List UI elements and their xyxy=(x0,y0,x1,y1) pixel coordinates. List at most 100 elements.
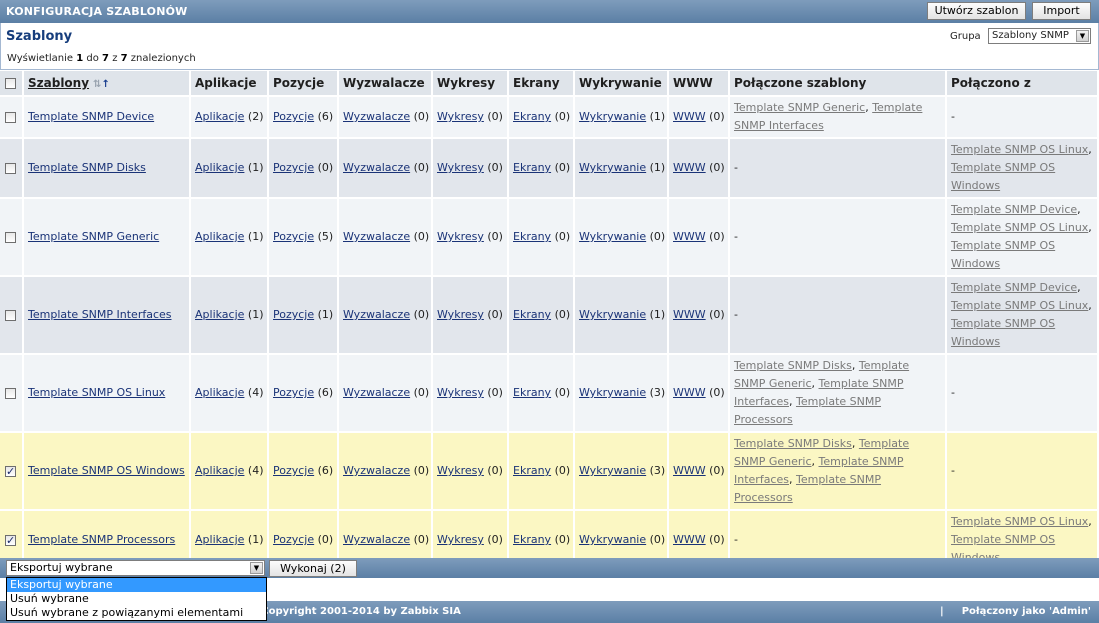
triggers-link[interactable]: Wyzwalacze xyxy=(343,110,410,123)
items-count: (6) xyxy=(317,464,334,477)
items-link[interactable]: Pozycje xyxy=(273,308,314,321)
graphs-link[interactable]: Wykresy xyxy=(437,230,484,243)
items-link[interactable]: Pozycje xyxy=(273,386,314,399)
template-name-link[interactable]: Template SNMP Generic xyxy=(28,230,159,243)
items-link[interactable]: Pozycje xyxy=(273,161,314,174)
discovery-link[interactable]: Wykrywanie xyxy=(579,386,646,399)
graphs-link[interactable]: Wykresy xyxy=(437,533,484,546)
discovery-link[interactable]: Wykrywanie xyxy=(579,464,646,477)
footer-separator: | xyxy=(940,606,944,617)
web-link[interactable]: WWW xyxy=(673,464,706,477)
linked-to-link[interactable]: Template SNMP OS Windows xyxy=(951,161,1055,192)
column-screens: Ekrany xyxy=(509,71,575,97)
table-row: Template SNMP Device Aplikacje (2) Pozycje… xyxy=(0,97,1099,139)
discovery-count: (3) xyxy=(649,386,666,399)
graphs-count: (0) xyxy=(487,533,503,546)
items-link[interactable]: Pozycje xyxy=(273,464,314,477)
linked-template-link[interactable]: Template SNMP Disks xyxy=(734,437,852,450)
row-checkbox[interactable] xyxy=(5,387,16,399)
column-web: WWW xyxy=(669,71,730,97)
discovery-count: (0) xyxy=(649,533,666,546)
column-items: Pozycje xyxy=(269,71,339,97)
items-link[interactable]: Pozycje xyxy=(273,110,314,123)
template-name-link[interactable]: Template SNMP Device xyxy=(28,110,154,123)
linked-to-link[interactable]: Template SNMP OS Linux xyxy=(951,221,1088,234)
linked-to-link[interactable]: Template SNMP OS Linux xyxy=(951,143,1088,156)
screens-count: (0) xyxy=(554,161,571,174)
web-link[interactable]: WWW xyxy=(673,230,706,243)
execute-button[interactable]: Wykonaj (2) xyxy=(269,560,357,577)
screens-link[interactable]: Ekrany xyxy=(513,230,551,243)
applications-link[interactable]: Aplikacje xyxy=(195,464,244,477)
discovery-link[interactable]: Wykrywanie xyxy=(579,110,646,123)
triggers-link[interactable]: Wyzwalacze xyxy=(343,533,410,546)
screens-link[interactable]: Ekrany xyxy=(513,464,551,477)
screens-link[interactable]: Ekrany xyxy=(513,110,551,123)
create-template-button[interactable]: Utwórz szablon xyxy=(927,2,1026,20)
applications-link[interactable]: Aplikacje xyxy=(195,533,244,546)
import-button[interactable]: Import xyxy=(1032,2,1091,20)
applications-link[interactable]: Aplikacje xyxy=(195,308,244,321)
discovery-link[interactable]: Wykrywanie xyxy=(579,161,646,174)
triggers-link[interactable]: Wyzwalacze xyxy=(343,308,410,321)
triggers-link[interactable]: Wyzwalacze xyxy=(343,464,410,477)
linked-to-link[interactable]: Template SNMP OS Windows xyxy=(951,317,1055,348)
discovery-link[interactable]: Wykrywanie xyxy=(579,533,646,546)
template-name-link[interactable]: Template SNMP OS Linux xyxy=(28,386,165,399)
row-checkbox[interactable] xyxy=(5,532,16,550)
template-name-link[interactable]: Template SNMP Processors xyxy=(28,533,175,546)
applications-link[interactable]: Aplikacje xyxy=(195,110,244,123)
group-select[interactable]: Szablony SNMP ▼ xyxy=(988,28,1091,44)
applications-link[interactable]: Aplikacje xyxy=(195,230,244,243)
logged-in-user: Połączony jako 'Admin' xyxy=(961,606,1091,617)
graphs-link[interactable]: Wykresy xyxy=(437,464,484,477)
linked-to-link[interactable]: Template SNMP Device xyxy=(951,281,1077,294)
applications-link[interactable]: Aplikacje xyxy=(195,386,244,399)
template-name-link[interactable]: Template SNMP OS Windows xyxy=(28,464,185,477)
select-all-checkbox[interactable] xyxy=(5,78,16,89)
row-checkbox[interactable] xyxy=(5,162,16,174)
option-delete-selected-with-linked[interactable]: Usuń wybrane z powiązanymi elementami xyxy=(7,606,266,620)
option-delete-selected[interactable]: Usuń wybrane xyxy=(7,592,266,606)
linked-to-link[interactable]: Template SNMP OS Linux xyxy=(951,299,1088,312)
linked-template-link[interactable]: Template SNMP Disks xyxy=(734,359,852,372)
graphs-link[interactable]: Wykresy xyxy=(437,110,484,123)
template-name-link[interactable]: Template SNMP Interfaces xyxy=(28,308,172,321)
action-select[interactable]: Eksportuj wybrane ▼ xyxy=(6,560,265,576)
template-name-link[interactable]: Template SNMP Disks xyxy=(28,161,146,174)
web-count: (0) xyxy=(709,161,725,174)
screens-link[interactable]: Ekrany xyxy=(513,386,551,399)
result-count: Wyświetlanie 1 do 7 z 7 znalezionych xyxy=(7,53,196,64)
screens-link[interactable]: Ekrany xyxy=(513,308,551,321)
graphs-link[interactable]: Wykresy xyxy=(437,386,484,399)
linked-to-link[interactable]: Template SNMP OS Linux xyxy=(951,515,1088,528)
graphs-link[interactable]: Wykresy xyxy=(437,161,484,174)
web-count: (0) xyxy=(709,110,725,123)
web-link[interactable]: WWW xyxy=(673,533,706,546)
applications-link[interactable]: Aplikacje xyxy=(195,161,244,174)
linked-to-link[interactable]: Template SNMP OS Windows xyxy=(951,239,1055,270)
linked-template-link[interactable]: Template SNMP Generic xyxy=(734,101,865,114)
linked-to-link[interactable]: Template SNMP Device xyxy=(951,203,1077,216)
range-to: 7 xyxy=(102,53,110,64)
discovery-link[interactable]: Wykrywanie xyxy=(579,308,646,321)
row-checkbox[interactable] xyxy=(5,111,16,123)
option-export-selected[interactable]: Eksportuj wybrane xyxy=(7,578,266,592)
items-link[interactable]: Pozycje xyxy=(273,533,314,546)
screens-link[interactable]: Ekrany xyxy=(513,161,551,174)
row-checkbox[interactable] xyxy=(5,463,16,481)
discovery-link[interactable]: Wykrywanie xyxy=(579,230,646,243)
triggers-link[interactable]: Wyzwalacze xyxy=(343,230,410,243)
screens-link[interactable]: Ekrany xyxy=(513,533,551,546)
items-link[interactable]: Pozycje xyxy=(273,230,314,243)
web-link[interactable]: WWW xyxy=(673,161,706,174)
web-link[interactable]: WWW xyxy=(673,308,706,321)
web-link[interactable]: WWW xyxy=(673,386,706,399)
column-templates-sort[interactable]: Szablony xyxy=(28,76,89,90)
row-checkbox[interactable] xyxy=(5,309,16,321)
web-link[interactable]: WWW xyxy=(673,110,706,123)
triggers-link[interactable]: Wyzwalacze xyxy=(343,161,410,174)
triggers-link[interactable]: Wyzwalacze xyxy=(343,386,410,399)
row-checkbox[interactable] xyxy=(5,231,16,243)
graphs-link[interactable]: Wykresy xyxy=(437,308,484,321)
